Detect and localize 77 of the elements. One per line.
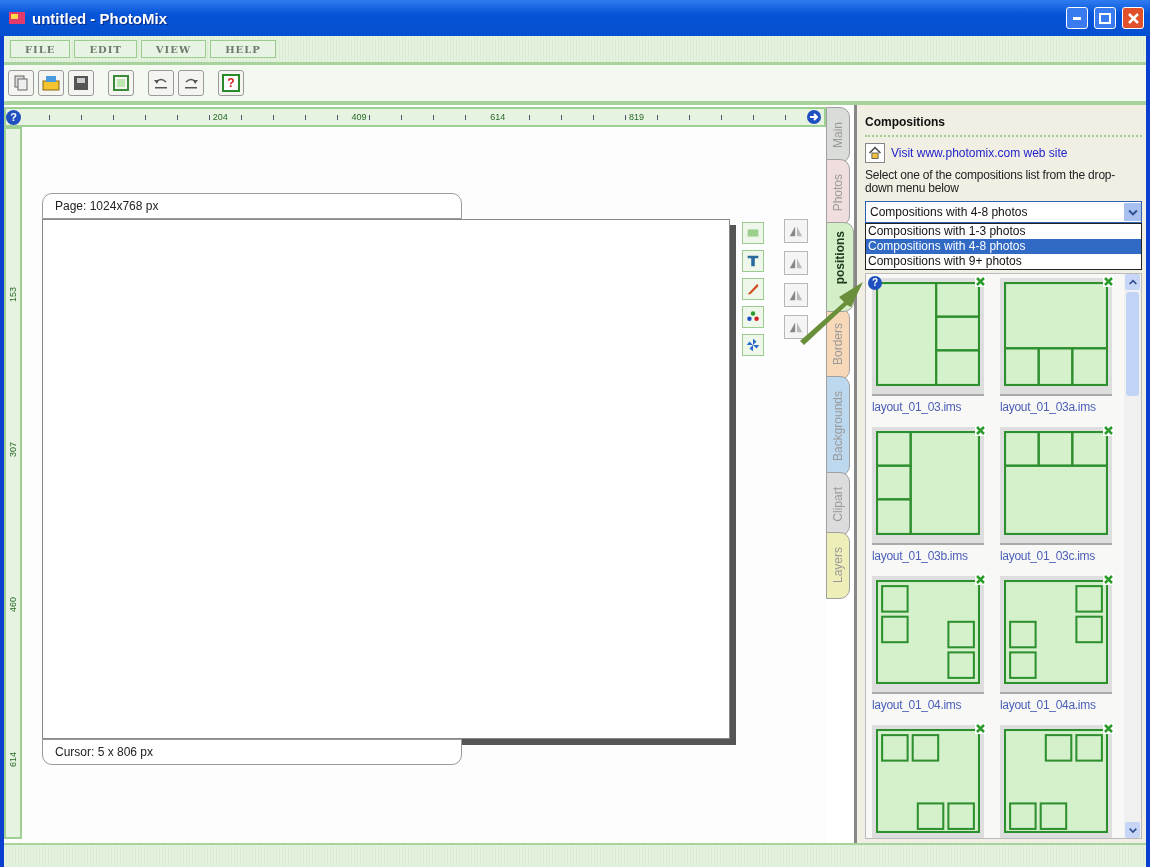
layout-thumbnail[interactable] <box>1000 427 1112 545</box>
align-button[interactable] <box>784 315 808 339</box>
pages-icon <box>12 74 30 92</box>
ruler-label: 204 <box>210 112 230 122</box>
panel-title: Compositions <box>865 115 1142 137</box>
ruler-label: 819 <box>627 112 647 122</box>
layout-thumbnail[interactable] <box>1000 278 1112 396</box>
home-icon <box>868 146 882 160</box>
side-tab[interactable]: positions <box>826 222 854 312</box>
help-button[interactable]: ? <box>6 109 21 125</box>
close-icon <box>1104 724 1113 733</box>
side-tab[interactable]: Backgrounds <box>826 375 850 476</box>
help-button[interactable]: ? <box>868 276 882 290</box>
maximize-icon <box>1099 12 1111 24</box>
toolbar-button[interactable] <box>178 70 204 96</box>
ruler-label: 153 <box>8 286 18 302</box>
ruler-label: 614 <box>488 112 508 122</box>
layout-filename: layout_01_03a.ims <box>1000 400 1097 416</box>
side-tab[interactable]: Layers <box>826 532 850 599</box>
page-size-label: Page: 1024x768 px <box>42 193 462 219</box>
close-icon <box>1104 575 1113 584</box>
scroll-thumb[interactable] <box>1126 292 1139 396</box>
toolbar-button[interactable] <box>108 70 134 96</box>
menu-item[interactable]: VIEW <box>140 40 207 58</box>
tool-button[interactable] <box>742 278 764 300</box>
arrow-right-icon[interactable] <box>806 109 822 125</box>
layout-thumbnail[interactable] <box>872 576 984 694</box>
layout-thumbnail[interactable] <box>1000 576 1112 694</box>
brush-icon <box>745 281 761 297</box>
home-button[interactable] <box>865 143 885 163</box>
toolbar-button[interactable] <box>148 70 174 96</box>
layout-thumbnail[interactable] <box>872 278 984 396</box>
scrollbar[interactable] <box>1124 274 1141 838</box>
folder-icon <box>42 74 60 92</box>
layout-thumbnail[interactable] <box>872 427 984 545</box>
frame-icon <box>112 74 130 92</box>
align-button[interactable] <box>784 219 808 243</box>
layout-filename: layout_01_03b.ims <box>872 549 969 565</box>
help-button[interactable]: ? <box>218 70 244 96</box>
menu-item[interactable]: FILE <box>10 40 71 58</box>
close-icon <box>1104 426 1113 435</box>
text-icon <box>745 253 761 269</box>
dropdown-option[interactable]: Compositions with 4-8 photos <box>866 239 1141 254</box>
ruler-label: 409 <box>349 112 369 122</box>
minimize-button[interactable] <box>1066 7 1088 29</box>
layout-filename: layout_01_04.ims <box>872 698 963 714</box>
close-icon <box>976 426 985 435</box>
close-icon <box>1104 277 1113 286</box>
tool-button[interactable] <box>742 250 764 272</box>
ruler-label: 460 <box>8 596 18 612</box>
maximize-button[interactable] <box>1094 7 1116 29</box>
close-button[interactable] <box>1122 7 1144 29</box>
app-icon <box>8 9 26 27</box>
layout-filename: layout_01_04a.ims <box>1000 698 1097 714</box>
cursor-position-label: Cursor: 5 x 806 px <box>42 739 462 765</box>
close-icon <box>976 575 985 584</box>
minimize-icon <box>1073 16 1081 20</box>
layout-filename: layout_01_03.ims <box>872 400 963 416</box>
panel-description: Select one of the compositions list from the drop-down menu below <box>865 169 1117 195</box>
tool-button[interactable] <box>742 334 764 356</box>
ruler-label: 307 <box>8 441 18 457</box>
pinwheel-icon <box>745 337 761 353</box>
menu-item[interactable]: HELP <box>210 40 276 58</box>
align-button[interactable] <box>784 283 808 307</box>
toolbar-button[interactable] <box>68 70 94 96</box>
menu-item[interactable]: EDIT <box>74 40 137 58</box>
close-icon <box>976 277 985 286</box>
tool-button[interactable] <box>742 306 764 328</box>
close-icon <box>976 724 985 733</box>
layout-filename: layout_01_03c.ims <box>1000 549 1096 565</box>
ruler-label: 614 <box>8 751 18 767</box>
compositions-select[interactable]: Compositions with 4-8 photos <box>865 201 1142 223</box>
window-title: untitled - PhotoMix <box>32 9 168 27</box>
side-tab[interactable]: Main <box>826 107 850 163</box>
align-button[interactable] <box>784 251 808 275</box>
close-icon <box>1127 12 1139 24</box>
website-link[interactable]: Visit www.photomix.com web site <box>891 146 1068 160</box>
